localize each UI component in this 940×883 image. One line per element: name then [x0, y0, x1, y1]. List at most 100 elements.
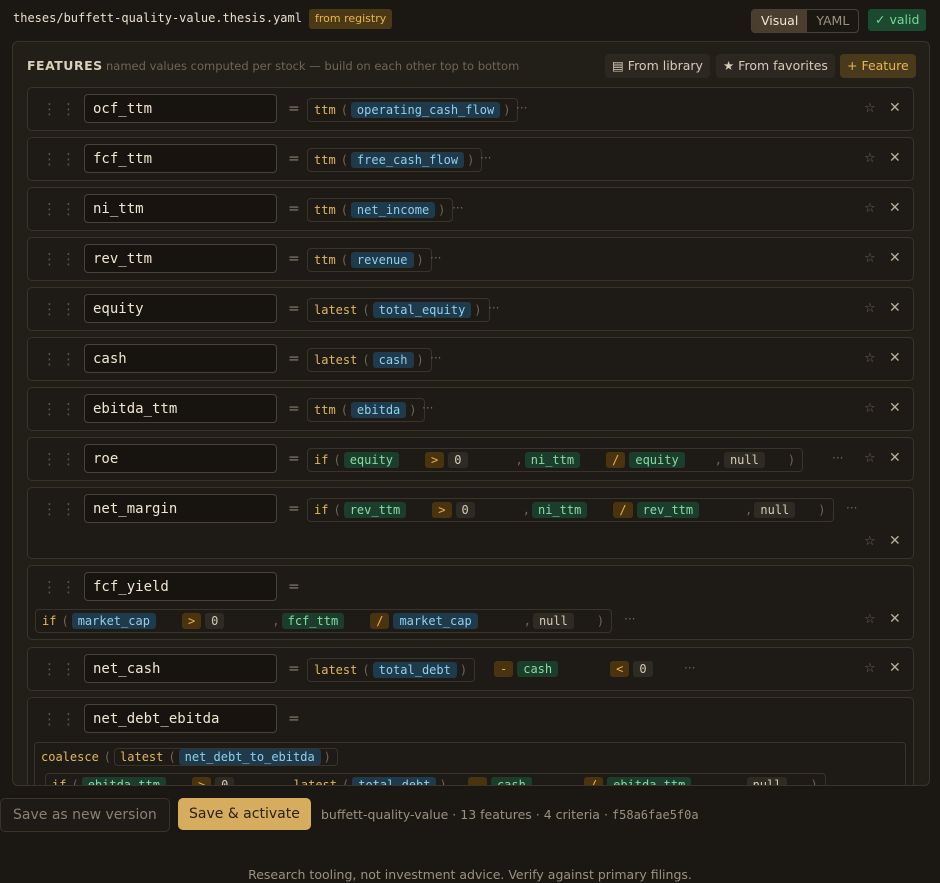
more-icon[interactable]: ···: [832, 451, 843, 465]
feature-name-input[interactable]: ebitda_ttm: [84, 394, 277, 423]
function-name[interactable]: coalesce: [39, 750, 101, 764]
variable-ref[interactable]: cash: [517, 661, 559, 677]
feature-name-input[interactable]: fcf_yield: [84, 572, 277, 601]
tab-visual[interactable]: Visual: [752, 10, 808, 32]
function-name[interactable]: latest: [312, 303, 359, 317]
field-ref[interactable]: free_cash_flow: [350, 152, 465, 168]
operator[interactable]: >: [181, 613, 202, 629]
field-ref[interactable]: total_debt: [372, 662, 457, 678]
variable-ref[interactable]: ebitda_ttm: [607, 777, 692, 785]
field-ref[interactable]: market_cap: [71, 613, 156, 629]
function-name[interactable]: latest: [312, 353, 359, 367]
variable-ref[interactable]: ni_ttm: [524, 452, 581, 468]
variable-ref[interactable]: equity: [343, 452, 400, 468]
more-icon[interactable]: ···: [430, 251, 441, 265]
variable-ref[interactable]: rev_ttm: [343, 502, 407, 518]
function-name[interactable]: if: [50, 778, 68, 785]
star-icon[interactable]: ☆: [864, 201, 876, 216]
function-name[interactable]: ttm: [312, 103, 338, 117]
field-ref[interactable]: market_cap: [393, 613, 478, 629]
star-icon[interactable]: ☆: [864, 612, 876, 627]
drag-handle-icon[interactable]: ⋮⋮: [42, 350, 80, 368]
operator[interactable]: >: [432, 502, 452, 518]
function-name[interactable]: ttm: [312, 403, 338, 417]
save-as-new-version-button[interactable]: Save as new version: [0, 798, 170, 832]
operator[interactable]: -: [494, 661, 514, 677]
star-icon[interactable]: ☆: [864, 451, 876, 466]
feature-name-input[interactable]: net_cash: [84, 654, 277, 683]
variable-ref[interactable]: ni_ttm: [531, 502, 588, 518]
more-icon[interactable]: ···: [452, 201, 463, 215]
star-icon[interactable]: ☆: [864, 251, 876, 266]
field-ref[interactable]: net_income: [350, 202, 436, 218]
field-ref[interactable]: cash: [372, 352, 414, 368]
operator[interactable]: /: [583, 777, 604, 785]
function-name[interactable]: latest: [312, 663, 359, 677]
feature-name-input[interactable]: roe: [84, 444, 277, 473]
operator[interactable]: /: [606, 452, 626, 468]
function-name[interactable]: if: [312, 503, 330, 517]
function-name[interactable]: latest: [118, 750, 165, 764]
star-icon[interactable]: ☆: [864, 534, 876, 549]
function-name[interactable]: ttm: [312, 203, 338, 217]
null-value[interactable]: null: [754, 502, 796, 518]
drag-handle-icon[interactable]: ⋮⋮: [42, 710, 80, 728]
function-name[interactable]: ttm: [312, 153, 338, 167]
close-icon[interactable]: ✕: [889, 533, 901, 549]
feature-name-input[interactable]: ocf_ttm: [84, 94, 277, 123]
more-icon[interactable]: ···: [430, 351, 441, 365]
variable-ref[interactable]: ebitda_ttm: [81, 777, 166, 785]
number-value[interactable]: 0: [205, 613, 225, 629]
star-icon[interactable]: ☆: [864, 351, 876, 366]
more-icon[interactable]: ···: [488, 301, 499, 315]
drag-handle-icon[interactable]: ⋮⋮: [42, 250, 80, 268]
function-name[interactable]: ttm: [312, 253, 338, 267]
function-name[interactable]: if: [40, 614, 58, 628]
feature-name-input[interactable]: net_margin: [84, 494, 277, 523]
feature-name-input[interactable]: fcf_ttm: [84, 144, 277, 173]
feature-name-input[interactable]: net_debt_ebitda: [84, 704, 277, 733]
number-value[interactable]: 0: [215, 777, 235, 785]
drag-handle-icon[interactable]: ⋮⋮: [42, 500, 80, 518]
more-icon[interactable]: ···: [684, 661, 695, 675]
feature-name-input[interactable]: cash: [84, 344, 277, 373]
close-icon[interactable]: ✕: [889, 350, 901, 366]
more-icon[interactable]: ···: [516, 101, 527, 115]
drag-handle-icon[interactable]: ⋮⋮: [42, 450, 80, 468]
number-value[interactable]: 0: [633, 661, 653, 677]
star-icon[interactable]: ☆: [864, 101, 876, 116]
drag-handle-icon[interactable]: ⋮⋮: [42, 300, 80, 318]
close-icon[interactable]: ✕: [889, 300, 901, 316]
number-value[interactable]: 0: [448, 452, 468, 468]
feature-name-input[interactable]: ni_ttm: [84, 194, 277, 223]
add-feature-button[interactable]: + Feature: [840, 54, 916, 78]
close-icon[interactable]: ✕: [889, 200, 901, 216]
more-icon[interactable]: ···: [624, 612, 635, 626]
null-value[interactable]: null: [723, 452, 765, 468]
close-icon[interactable]: ✕: [889, 100, 901, 116]
field-ref[interactable]: net_debt_to_ebitda: [178, 749, 321, 765]
drag-handle-icon[interactable]: ⋮⋮: [42, 200, 80, 218]
drag-handle-icon[interactable]: ⋮⋮: [42, 100, 80, 118]
variable-ref[interactable]: fcf_ttm: [281, 613, 345, 629]
drag-handle-icon[interactable]: ⋮⋮: [42, 400, 80, 418]
from-library-button[interactable]: ▤ From library: [605, 54, 710, 78]
number-value[interactable]: 0: [455, 502, 475, 518]
save-and-activate-button[interactable]: Save & activate: [178, 798, 311, 830]
more-icon[interactable]: ···: [422, 401, 433, 415]
function-name[interactable]: if: [312, 453, 330, 467]
operator[interactable]: >: [191, 777, 212, 785]
operator[interactable]: >: [425, 452, 445, 468]
tab-yaml[interactable]: YAML: [807, 10, 858, 32]
variable-ref[interactable]: rev_ttm: [636, 502, 700, 518]
operator[interactable]: <: [610, 661, 630, 677]
star-icon[interactable]: ☆: [864, 401, 876, 416]
more-icon[interactable]: ···: [846, 501, 857, 515]
star-icon[interactable]: ☆: [864, 661, 876, 676]
drag-handle-icon[interactable]: ⋮⋮: [42, 660, 80, 678]
operator[interactable]: /: [613, 502, 633, 518]
null-value[interactable]: null: [532, 613, 574, 629]
field-ref[interactable]: revenue: [350, 252, 414, 268]
close-icon[interactable]: ✕: [889, 400, 901, 416]
from-favorites-button[interactable]: ★ From favorites: [716, 54, 835, 78]
